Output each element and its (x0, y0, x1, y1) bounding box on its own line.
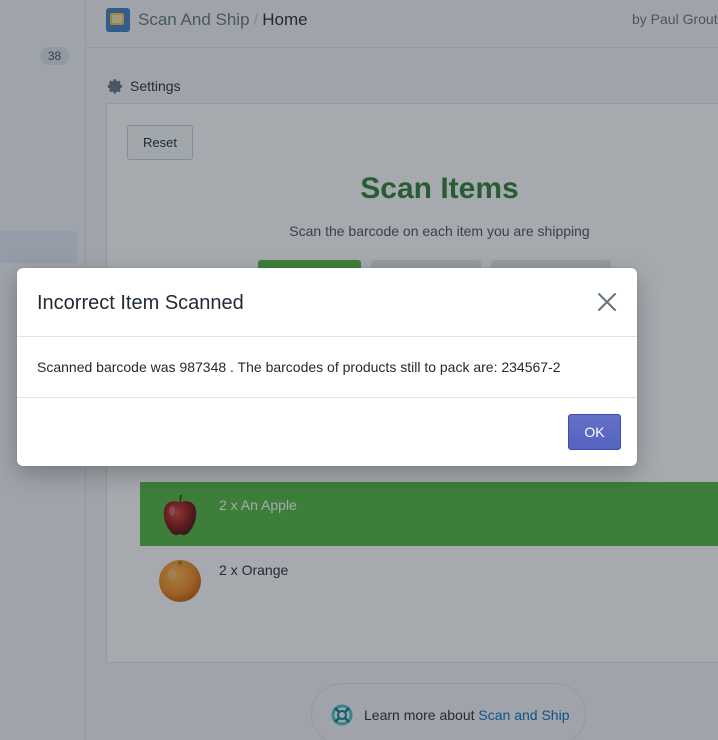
modal-message: Scanned barcode was 987348 . The barcode… (37, 359, 561, 375)
modal-title: Incorrect Item Scanned (37, 292, 244, 314)
close-icon[interactable] (595, 290, 619, 314)
modal-body: Scanned barcode was 987348 . The barcode… (17, 337, 637, 398)
modal-header: Incorrect Item Scanned (17, 268, 637, 337)
ok-button[interactable]: OK (568, 414, 621, 450)
incorrect-item-modal: Incorrect Item Scanned Scanned barcode w… (17, 268, 637, 466)
